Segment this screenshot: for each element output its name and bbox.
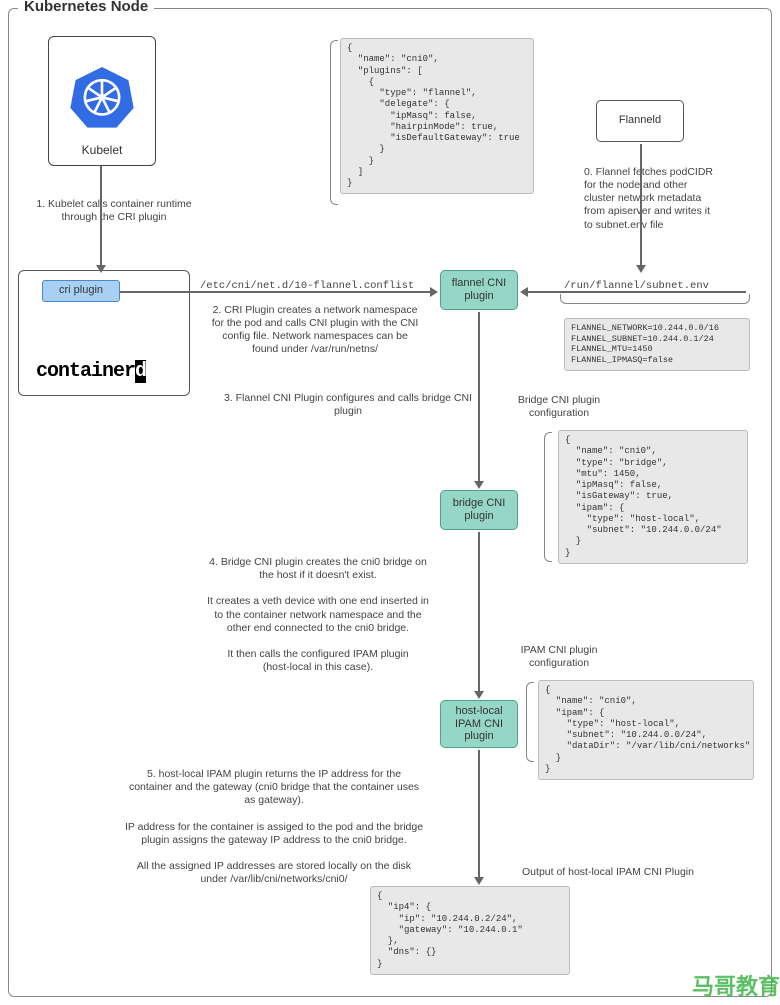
step2-label: 2. CRI Plugin creates a network namespac…: [210, 304, 420, 357]
ipam-output-code: { "ip4": { "ip": "10.244.0.2/24", "gatew…: [370, 886, 570, 975]
arrow-0: [640, 144, 642, 266]
arrow-1: [100, 166, 102, 266]
containerd-logo: containerd: [36, 360, 176, 384]
step1-label: 1. Kubelet calls container runtime throu…: [36, 198, 192, 224]
ipam-cni-box: host-local IPAM CNI plugin: [440, 700, 518, 748]
ipam-conf-code: { "name": "cni0", "ipam": { "type": "hos…: [538, 680, 754, 780]
arrow-0-head: [636, 265, 646, 273]
arrow-4: [478, 532, 480, 692]
bridge-cni-box: bridge CNI plugin: [440, 490, 518, 530]
kubelet-label: Kubelet: [82, 143, 123, 157]
arrow-2: [120, 291, 430, 293]
diagram-title: Kubernetes Node: [18, 0, 154, 15]
arrow-5: [478, 750, 480, 878]
arrow-2-head: [430, 287, 438, 297]
arrow-4-head: [474, 691, 484, 699]
arrow-3-head: [474, 481, 484, 489]
arrow-2b: [528, 291, 746, 293]
cri-plugin-box: cri plugin: [42, 280, 120, 302]
flanneld-label: Flanneld: [619, 114, 661, 127]
step5-label: 5. host-local IPAM plugin returns the IP…: [94, 768, 454, 886]
ipam-cni-label: host-local IPAM CNI plugin: [455, 705, 503, 743]
flannel-cni-box: flannel CNI plugin: [440, 270, 518, 310]
step0-label: 0. Flannel fetches podCIDR for the node …: [584, 166, 714, 232]
kubernetes-logo-icon: [69, 63, 135, 129]
brace-subnet: [560, 294, 750, 304]
subnet-env-code: FLANNEL_NETWORK=10.244.0.0/16 FLANNEL_SU…: [564, 318, 750, 371]
cni-config-code: { "name": "cni0", "plugins": [ { "type":…: [340, 38, 534, 194]
ipam-conf-label: IPAM CNI plugin configuration: [506, 644, 612, 670]
arrow-5-head: [474, 877, 484, 885]
arrow-3: [478, 312, 480, 482]
cri-plugin-label: cri plugin: [59, 284, 103, 297]
watermark: 马哥教育: [692, 969, 780, 1001]
output-label: Output of host-local IPAM CNI Plugin: [498, 866, 718, 879]
flanneld-box: Flanneld: [596, 100, 684, 142]
arrow-1-head: [96, 265, 106, 273]
step4-label: 4. Bridge CNI plugin creates the cni0 br…: [188, 556, 448, 674]
kubelet-box: Kubelet: [48, 36, 156, 166]
bridge-conf-code: { "name": "cni0", "type": "bridge", "mtu…: [558, 430, 748, 564]
brace-cni-conf: [330, 40, 338, 205]
brace-ipam: [526, 682, 534, 762]
bridge-cni-label: bridge CNI plugin: [453, 497, 506, 522]
bridge-conf-label: Bridge CNI plugin configuration: [506, 394, 612, 420]
step3-label: 3. Flannel CNI Plugin configures and cal…: [220, 392, 476, 418]
flannel-cni-label: flannel CNI plugin: [452, 277, 506, 302]
brace-bridge: [544, 432, 552, 562]
arrow-2b-head: [520, 287, 528, 297]
